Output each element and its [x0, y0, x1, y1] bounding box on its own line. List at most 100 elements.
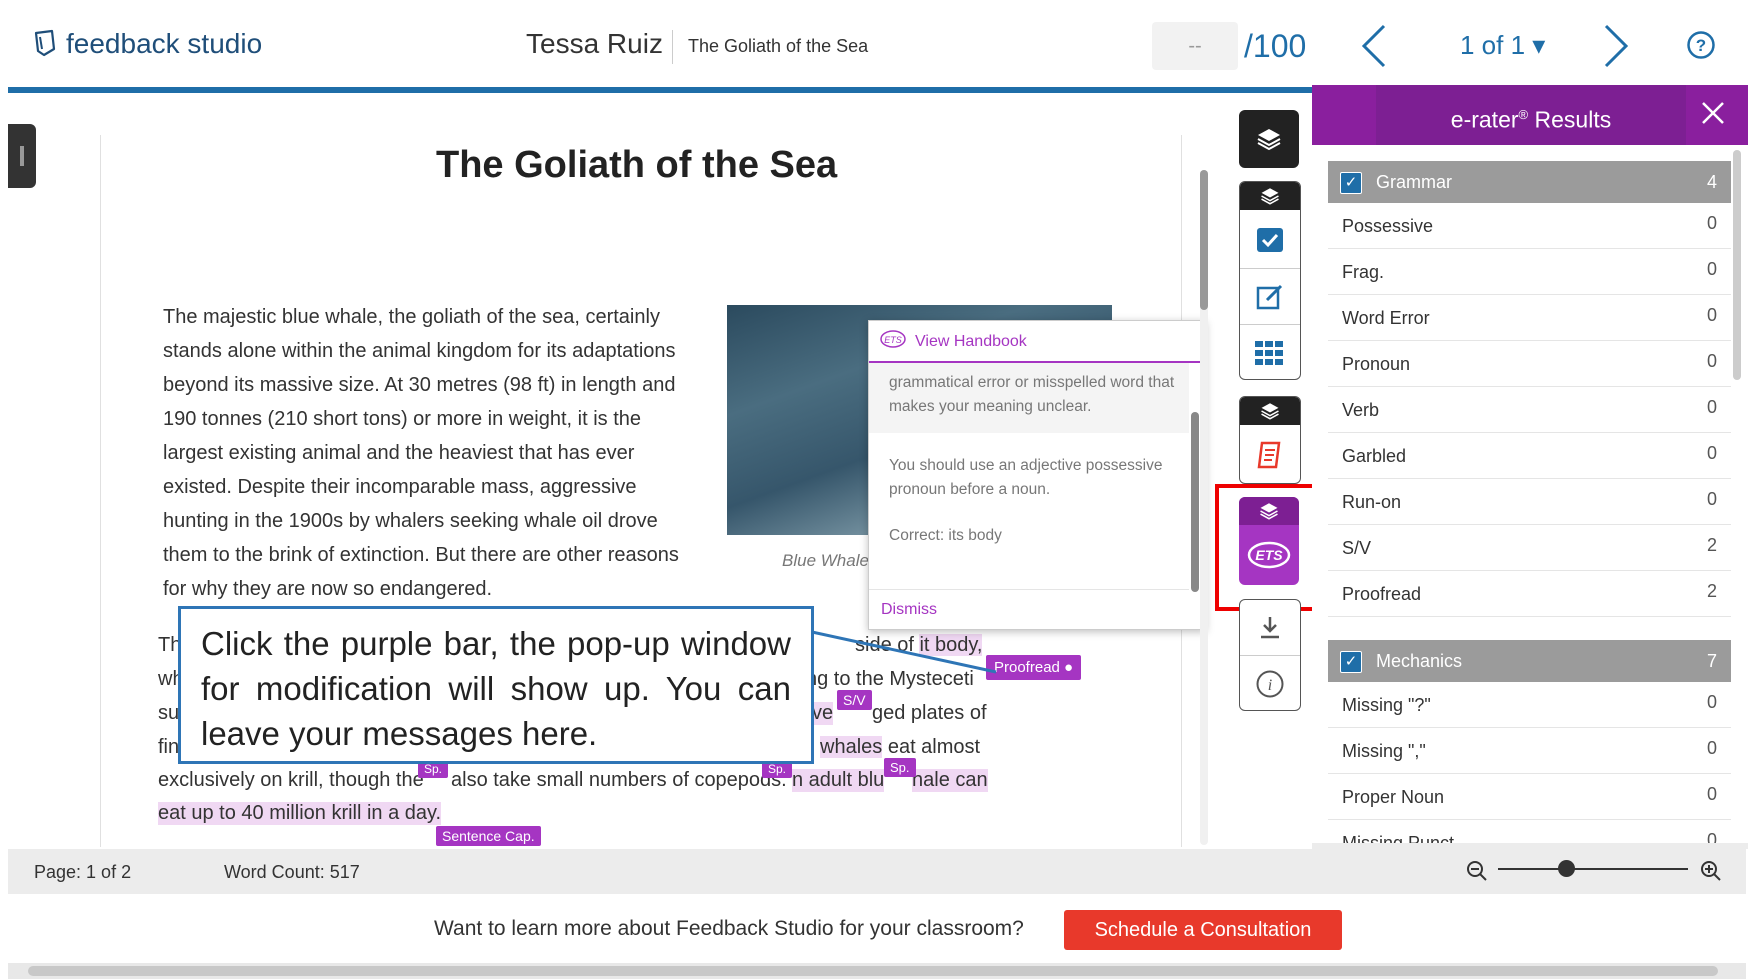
instruction-callout: Click the purple bar, the pop-up window …: [178, 606, 814, 764]
paper-scrollbar[interactable]: [1200, 170, 1208, 845]
erater-panel-title: e-rater® Results: [1376, 85, 1686, 145]
download-icon: [1261, 617, 1279, 639]
erater-category-row[interactable]: Proper Noun 0: [1328, 774, 1731, 820]
mechanics-section-header[interactable]: ✓ Mechanics 7: [1328, 640, 1731, 682]
quickmark-checkbox-button[interactable]: [1240, 212, 1300, 268]
panel-scrollbar[interactable]: [1733, 150, 1741, 380]
view-handbook-link[interactable]: View Handbook: [915, 333, 1027, 351]
dismiss-button[interactable]: Dismiss: [881, 601, 937, 619]
erater-button[interactable]: ETS: [1239, 497, 1299, 585]
feedback-summary-button[interactable]: [1240, 268, 1300, 325]
category-label: Verb: [1342, 400, 1380, 420]
zoom-in-button[interactable]: [1700, 860, 1722, 887]
category-label: Proper Noun: [1342, 787, 1445, 807]
zoom-slider-track[interactable]: [1498, 868, 1688, 870]
grammar-checkbox[interactable]: ✓: [1340, 172, 1362, 194]
erater-category-row[interactable]: Missing "?" 0: [1328, 682, 1731, 728]
zoom-out-icon: [1467, 861, 1487, 881]
popup-divider: [869, 589, 1189, 590]
grammar-section-header[interactable]: ✓ Grammar 4: [1328, 161, 1731, 203]
feedback-logo-icon: [34, 29, 56, 57]
proofread-tag[interactable]: Proofread ●: [986, 655, 1082, 680]
category-count: 0: [1706, 738, 1717, 758]
close-panel-button[interactable]: [1700, 100, 1726, 131]
erater-category-row[interactable]: S/V 2: [1328, 525, 1731, 571]
category-label: Proofread: [1342, 584, 1422, 604]
erater-category-row[interactable]: Missing "," 0: [1328, 728, 1731, 774]
erater-category-row[interactable]: Word Error 0: [1328, 295, 1731, 341]
download-button[interactable]: [1240, 600, 1300, 656]
paper-line: whales eat almost: [820, 736, 981, 758]
erater-category-row[interactable]: Garbled 0: [1328, 433, 1731, 479]
highlighted-error[interactable]: whales: [820, 736, 883, 758]
checkbox-icon: [1257, 228, 1283, 252]
info-button[interactable]: i: [1240, 655, 1300, 712]
highlighted-error[interactable]: ve: [812, 702, 834, 725]
help-icon: ?: [1687, 31, 1715, 59]
zoom-slider-handle[interactable]: [1558, 860, 1575, 877]
erater-category-row[interactable]: Frag. 0: [1328, 249, 1731, 295]
zoom-out-button[interactable]: [1466, 860, 1488, 887]
popup-scrollbar[interactable]: [1191, 367, 1199, 607]
sv-tag[interactable]: S/V: [837, 690, 872, 710]
svg-text:?: ?: [1696, 36, 1706, 55]
student-name: Tessa Ruiz: [526, 28, 663, 59]
app-logo[interactable]: feedback studio: [30, 28, 262, 60]
category-label: Word Error: [1342, 308, 1430, 328]
schedule-consultation-button[interactable]: Schedule a Consultation: [1064, 910, 1342, 950]
previous-paper-button[interactable]: [1360, 24, 1388, 73]
utility-tool-group: i: [1239, 599, 1301, 711]
erater-category-row[interactable]: Possessive 0: [1328, 203, 1731, 249]
rubric-button[interactable]: [1240, 324, 1300, 381]
page-info: Page: 1 of 2: [34, 862, 132, 882]
category-label: Missing ",": [1342, 741, 1426, 761]
layers-icon: [1240, 397, 1300, 425]
paper-line: also take small numbers of copepods.: [451, 769, 787, 791]
document-icon: [1257, 441, 1281, 469]
svg-text:i: i: [1268, 677, 1272, 694]
layers-icon: [1240, 182, 1300, 210]
paper-page-selector[interactable]: 1 of 1 ▾: [1460, 30, 1545, 61]
category-count: 0: [1706, 784, 1717, 804]
info-icon: i: [1256, 670, 1284, 698]
horizontal-scrollbar[interactable]: [8, 963, 1746, 979]
side-drawer-toggle[interactable]: [8, 124, 36, 188]
zoom-in-icon: [1701, 861, 1721, 881]
score-max: /100: [1244, 28, 1307, 64]
word-count: Word Count: 517: [224, 862, 360, 882]
chevron-right-icon: [1604, 24, 1629, 68]
svg-text:ETS: ETS: [1255, 547, 1283, 563]
sentence-cap-tag[interactable]: Sentence Cap.: [436, 826, 541, 846]
section-label: Mechanics: [1376, 651, 1463, 671]
category-count: 0: [1706, 692, 1717, 712]
erater-category-row[interactable]: Pronoun 0: [1328, 341, 1731, 387]
layers-icon: [1239, 497, 1299, 525]
layers-button[interactable]: [1239, 110, 1299, 168]
spelling-tag[interactable]: Sp.: [884, 758, 916, 777]
paper-line: exclusively on krill, though the: [158, 769, 424, 791]
category-label: Run-on: [1342, 492, 1402, 512]
paper-paragraph: The majestic blue whale, the goliath of …: [163, 306, 679, 600]
paper-line: su: [158, 702, 180, 724]
erater-category-row[interactable]: Proofread 2: [1328, 571, 1731, 617]
highlighted-error[interactable]: n adult blu: [792, 769, 885, 792]
highlighted-error[interactable]: eat up to 40 million krill in a day.: [158, 802, 442, 825]
definition-text: grammatical error or misspelled word tha…: [889, 374, 1175, 415]
similarity-report-button[interactable]: [1240, 427, 1300, 483]
next-paper-button[interactable]: [1602, 24, 1630, 73]
document-title: The Goliath of the Sea: [688, 36, 869, 56]
erater-category-row[interactable]: Run-on 0: [1328, 479, 1731, 525]
correction-text: Correct: its body: [889, 527, 1002, 544]
highlighted-error[interactable]: hale can: [912, 769, 988, 792]
category-count: 2: [1706, 581, 1717, 601]
score-input[interactable]: --: [1152, 22, 1238, 70]
mechanics-checkbox[interactable]: ✓: [1340, 651, 1362, 673]
ets-icon: ETS: [879, 329, 907, 354]
feedback-message: You should use an adjective possessive p…: [889, 457, 1163, 498]
help-button[interactable]: ?: [1686, 30, 1716, 65]
close-icon: [1702, 102, 1724, 124]
category-count: 0: [1706, 351, 1717, 371]
category-count: 2: [1706, 535, 1717, 555]
erater-category-row[interactable]: Verb 0: [1328, 387, 1731, 433]
category-count: 0: [1706, 489, 1717, 509]
